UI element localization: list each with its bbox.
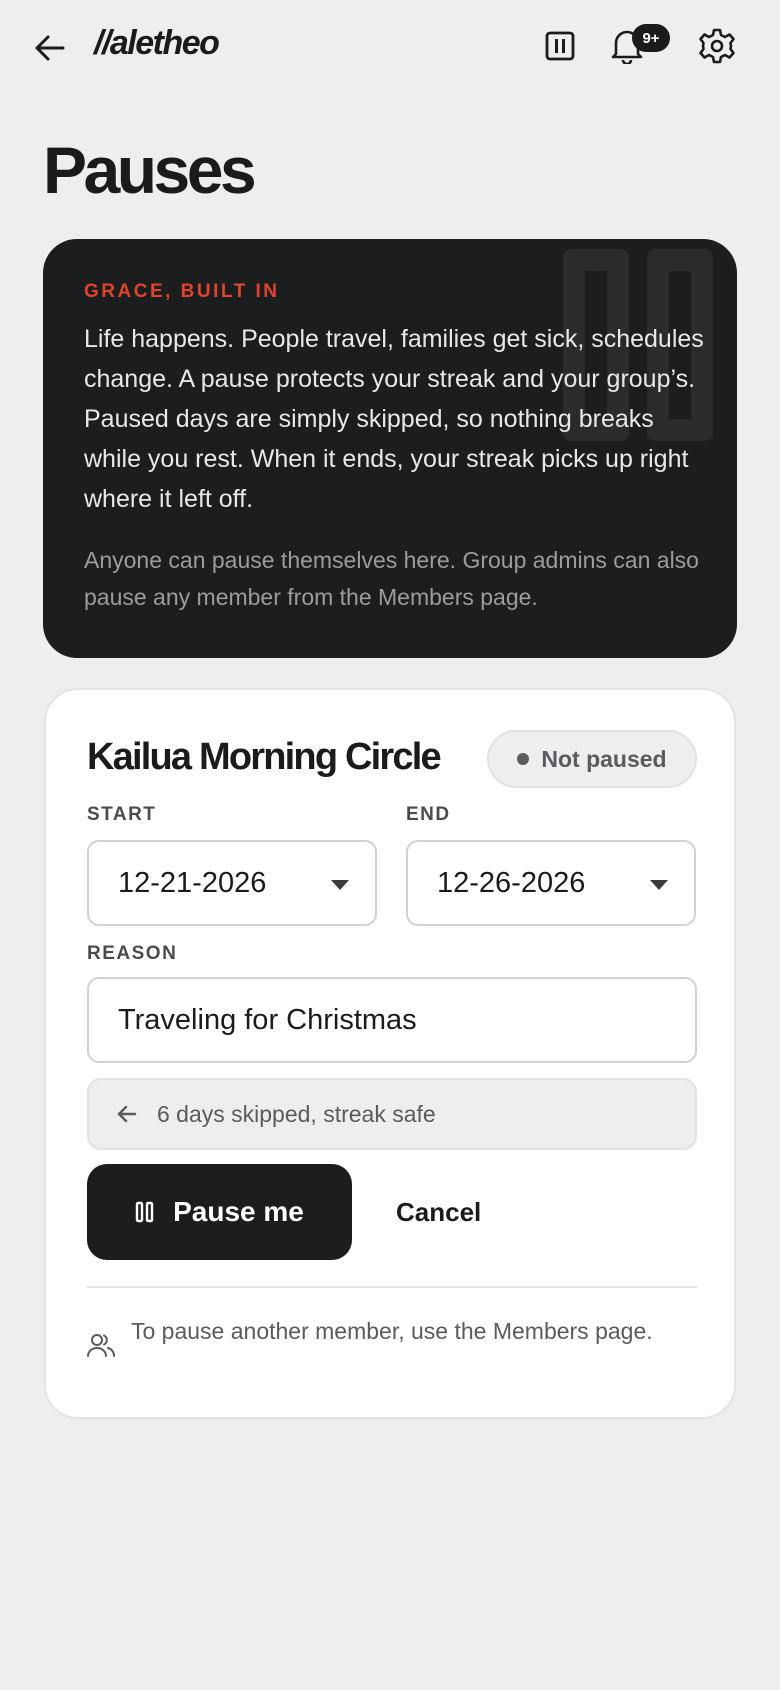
- end-label: END: [406, 804, 451, 825]
- chevron-down-icon: [331, 880, 349, 890]
- pause-me-label: Pause me: [173, 1196, 304, 1227]
- pause-form-card: Kailua Morning Circle Not paused START 1…: [44, 688, 736, 1419]
- cancel-button[interactable]: Cancel: [396, 1164, 481, 1260]
- top-bar: //aletheo 9+: [0, 0, 780, 96]
- status-dot: [517, 753, 530, 765]
- info-body: Life happens. People travel, families ge…: [84, 325, 704, 513]
- start-date-select[interactable]: 12-21-2026: [87, 840, 377, 926]
- users-icon: [87, 1334, 115, 1357]
- start-label: START: [87, 804, 157, 825]
- notification-badge: 9+: [632, 24, 670, 52]
- info-kicker: GRACE, BUILT IN: [84, 281, 280, 302]
- status-label: Not paused: [541, 745, 667, 772]
- group-name: Kailua Morning Circle: [87, 736, 442, 778]
- reason-label: REASON: [87, 943, 178, 964]
- status-badge: Not paused: [487, 730, 697, 788]
- pause-summary: 6 days skipped, streak safe: [87, 1078, 697, 1150]
- app-logo[interactable]: //aletheo: [94, 24, 220, 63]
- info-note: Anyone can pause themselves here. Group …: [84, 547, 699, 610]
- pause-icon: [135, 1201, 154, 1223]
- divider: [87, 1286, 697, 1288]
- hint-text: To pause another member, use the Members…: [131, 1318, 653, 1344]
- pause-icon[interactable]: [538, 24, 582, 68]
- page-title: Pauses: [43, 133, 257, 207]
- end-date-select[interactable]: 12-26-2026: [406, 840, 696, 926]
- arrow-left-icon: [117, 1105, 137, 1123]
- summary-text: 6 days skipped, streak safe: [157, 1100, 436, 1127]
- back-arrow-icon[interactable]: [30, 28, 70, 68]
- chevron-down-icon: [650, 880, 668, 890]
- end-date-value: 12-26-2026: [437, 866, 586, 899]
- reason-value: Traveling for Christmas: [118, 1003, 417, 1036]
- gear-icon[interactable]: [695, 24, 739, 68]
- start-date-value: 12-21-2026: [118, 866, 267, 899]
- grace-info-card: GRACE, BUILT IN Life happens. People tra…: [43, 239, 737, 658]
- pause-me-button[interactable]: Pause me: [87, 1164, 352, 1260]
- reason-input[interactable]: Traveling for Christmas: [87, 977, 697, 1063]
- members-hint: To pause another member, use the Members…: [87, 1315, 697, 1358]
